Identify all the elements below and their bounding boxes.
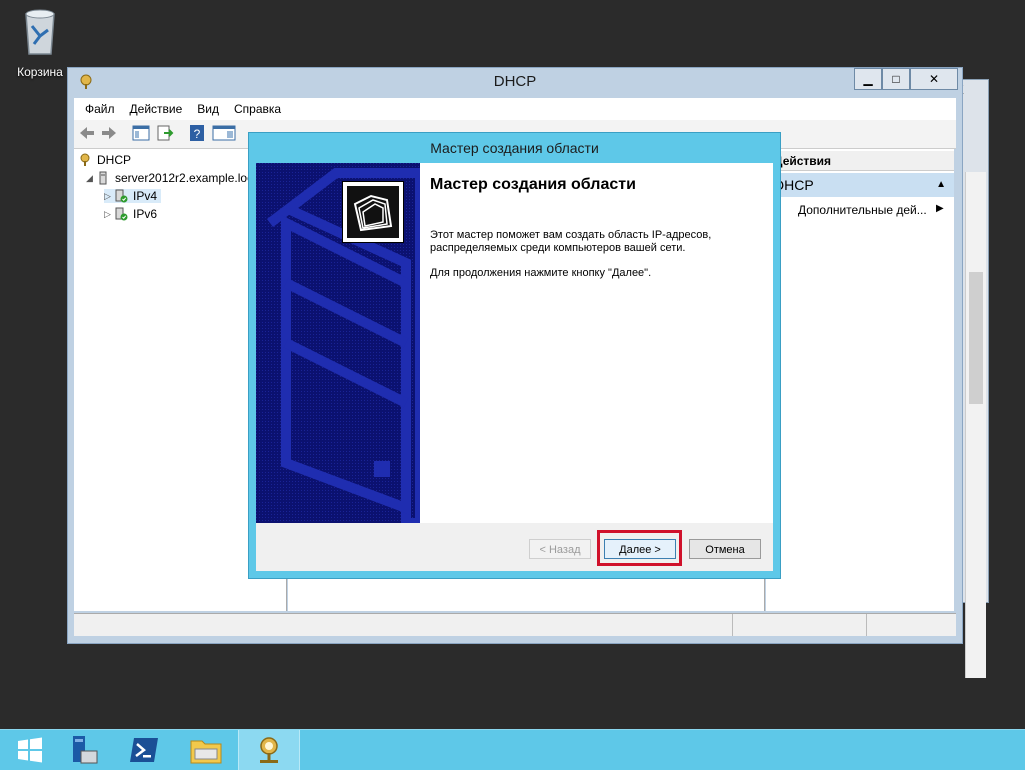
export-list-icon[interactable] <box>156 124 174 142</box>
tree-node-label: server2012r2.example.loc <box>115 171 254 185</box>
tree-node-label: IPv4 <box>133 189 158 203</box>
actions-header: Действия <box>766 151 954 171</box>
wizard-body: Мастер создания области Этот мастер помо… <box>256 163 773 523</box>
taskbar-server-manager[interactable] <box>52 730 112 770</box>
ipv4-icon <box>115 189 128 203</box>
wizard-title: Мастер создания области <box>430 140 599 156</box>
status-segment <box>866 614 957 636</box>
submenu-arrow-icon: ▶ <box>936 203 944 214</box>
cancel-button[interactable]: Отмена <box>689 539 761 559</box>
show-hide-console-tree-icon[interactable] <box>132 124 150 142</box>
server-icon <box>99 171 107 185</box>
maximize-button[interactable]: □ <box>882 68 910 90</box>
wizard-button-bar: < Назад Далее > Отмена <box>256 523 773 571</box>
status-bar <box>74 613 956 636</box>
tree-node-label: IPv6 <box>133 207 158 221</box>
wizard-folder-icon <box>342 181 404 243</box>
wizard-banner <box>256 163 420 523</box>
menu-file[interactable]: Файл <box>85 102 115 116</box>
forward-arrow-icon[interactable] <box>100 124 118 142</box>
back-arrow-icon[interactable] <box>78 124 96 142</box>
tree-node-dhcp[interactable]: DHCP <box>78 153 131 167</box>
collapse-icon[interactable]: ◢ <box>86 173 96 184</box>
tree-node-server[interactable]: ◢ server2012r2.example.loc <box>86 171 253 185</box>
start-icon <box>18 737 42 763</box>
server-manager-icon <box>73 736 98 764</box>
actions-pane: Действия DHCP ▲ Дополнительные дей... ▶ <box>766 149 954 611</box>
taskbar-powershell[interactable] <box>114 730 174 770</box>
expand-icon[interactable]: ▷ <box>104 191 114 202</box>
collapse-triangle-icon[interactable]: ▲ <box>936 173 946 197</box>
ipv6-icon <box>115 207 128 221</box>
tree-node-label: DHCP <box>97 153 132 167</box>
close-button[interactable]: ✕ <box>910 68 958 90</box>
back-button[interactable]: < Назад <box>529 539 591 559</box>
scrollbar-thumb[interactable] <box>969 272 983 404</box>
window-title: DHCP <box>493 73 537 90</box>
taskbar-dhcp-console[interactable] <box>238 730 300 770</box>
new-scope-wizard-dialog[interactable]: Мастер создания области Мастер создания … <box>248 132 781 579</box>
wizard-instruction: Для продолжения нажмите кнопку "Далее". <box>430 267 652 279</box>
menu-action[interactable]: Действие <box>130 102 183 116</box>
menu-view[interactable]: Вид <box>197 102 219 116</box>
more-actions-label: Дополнительные дей... <box>798 203 927 217</box>
dhcp-console-icon <box>260 737 278 763</box>
wizard-description: Этот мастер поможет вам создать область … <box>430 229 712 254</box>
powershell-icon <box>130 738 158 762</box>
svg-text:?: ? <box>194 127 201 141</box>
taskbar-file-explorer[interactable] <box>176 730 236 770</box>
more-actions-item[interactable]: Дополнительные дей... ▶ <box>798 203 944 217</box>
wizard-heading: Мастер создания области <box>430 176 636 193</box>
file-explorer-icon <box>190 740 222 764</box>
help-icon[interactable]: ? <box>188 124 206 142</box>
background-window-scrollbar[interactable] <box>965 172 986 678</box>
tree-node-ipv4[interactable]: ▷ IPv4 <box>104 189 162 203</box>
recycle-bin[interactable]: Корзина <box>8 6 72 79</box>
expand-icon[interactable]: ▷ <box>104 209 114 220</box>
minimize-button[interactable]: ▁ <box>854 68 882 90</box>
next-button-highlight <box>597 530 682 566</box>
start-button[interactable] <box>0 730 60 770</box>
recycle-bin-label: Корзина <box>17 65 63 79</box>
menu-help[interactable]: Справка <box>234 102 281 116</box>
show-hide-action-pane-icon[interactable] <box>212 124 236 142</box>
menu-bar: Файл Действие Вид Справка <box>74 98 956 120</box>
taskbar <box>0 729 1025 770</box>
recycle-bin-icon <box>25 9 55 55</box>
actions-section-dhcp[interactable]: DHCP ▲ <box>766 173 954 197</box>
status-segment <box>732 614 863 636</box>
window-controls: ▁ □ ✕ <box>854 68 958 90</box>
dhcp-icon <box>80 153 90 166</box>
tree-node-ipv6[interactable]: ▷ IPv6 <box>104 207 157 221</box>
